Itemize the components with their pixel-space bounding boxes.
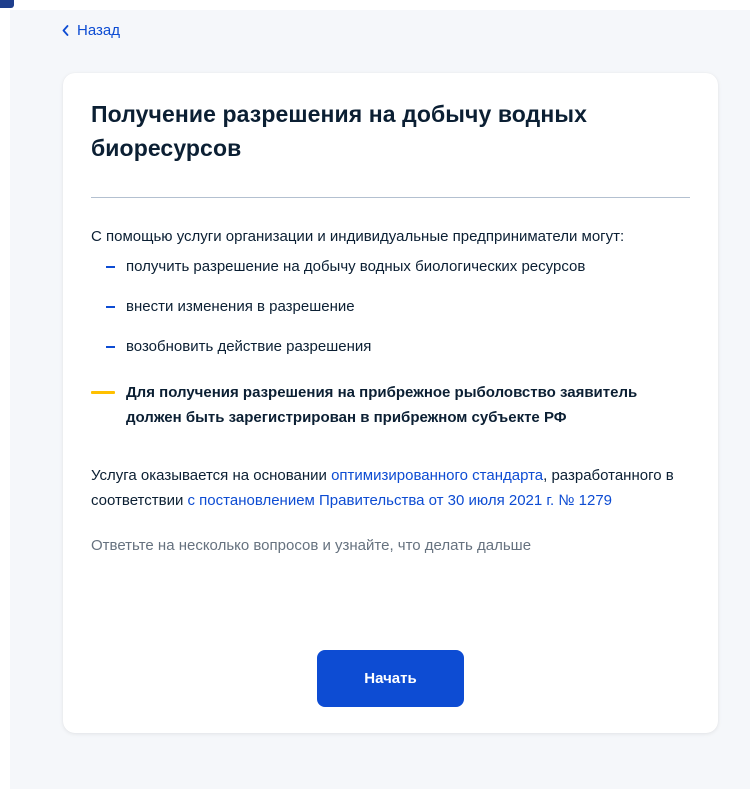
start-button[interactable]: Начать <box>317 650 464 707</box>
back-link-label: Назад <box>77 22 120 39</box>
intro-text: С помощью услуги организации и индивидуа… <box>91 228 625 245</box>
dash-icon <box>106 346 115 348</box>
decree-link[interactable]: с постановлением Правительства от 30 июл… <box>188 492 613 509</box>
list-item: получить разрешение на добычу водных био… <box>91 255 690 279</box>
notice-text: Для получения разрешения на прибрежное р… <box>126 384 638 426</box>
standard-link[interactable]: оптимизированного стандарта <box>331 467 543 484</box>
list-item: внести изменения в разрешение <box>91 295 690 319</box>
list-item-label: внести изменения в разрешение <box>126 298 355 315</box>
list-item-label: возобновить действие разрешения <box>126 338 372 355</box>
page-title: Получение разрешения на добычу водных би… <box>91 101 587 161</box>
dash-icon <box>106 266 115 268</box>
basis-text: Услуга оказывается на основании оптимизи… <box>91 463 690 513</box>
service-card: Получение разрешения на добычу водных би… <box>63 73 718 733</box>
dash-icon <box>106 306 115 308</box>
options-list: получить разрешение на добычу водных био… <box>91 255 690 359</box>
back-link[interactable]: Назад <box>62 22 120 39</box>
basis-text-before: Услуга оказывается на основании <box>91 467 332 484</box>
chevron-left-icon <box>62 25 69 36</box>
logo-fragment <box>0 0 14 8</box>
list-item: возобновить действие разрешения <box>91 335 690 359</box>
divider <box>91 197 690 198</box>
yellow-bar-icon <box>91 391 115 394</box>
notice-block: Для получения разрешения на прибрежное р… <box>91 380 690 430</box>
list-item-label: получить разрешение на добычу водных био… <box>126 258 586 275</box>
hint-text: Ответьте на несколько вопросов и узнайте… <box>91 537 532 554</box>
